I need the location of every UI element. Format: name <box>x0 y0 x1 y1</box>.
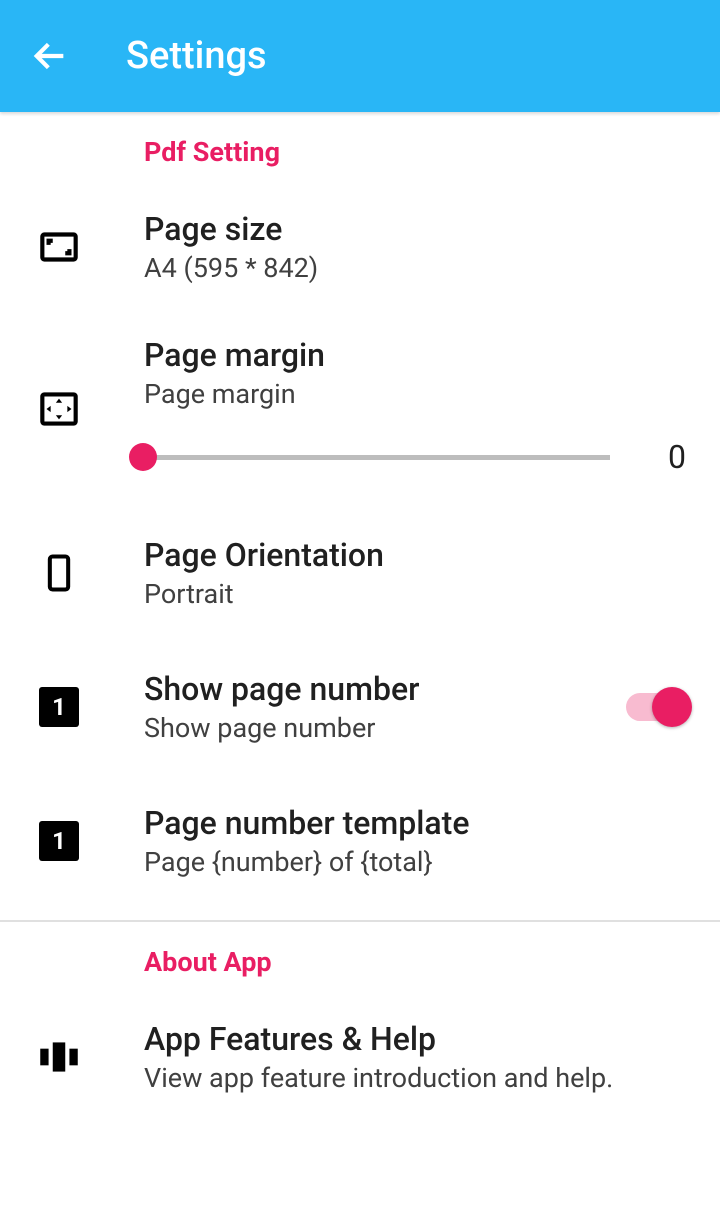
margin-icon <box>34 384 84 434</box>
setting-subtitle: View app feature introduction and help. <box>144 1062 686 1094</box>
setting-page-margin[interactable]: Page margin Page margin 0 <box>0 314 720 506</box>
setting-subtitle: Page {number} of {total} <box>144 846 686 878</box>
content: Pdf Setting Page size A4 (595 * 842) <box>0 112 720 1124</box>
setting-title: Page number template <box>144 804 686 842</box>
aspect-ratio-icon <box>34 222 84 272</box>
carousel-icon <box>34 1032 84 1082</box>
setting-page-size[interactable]: Page size A4 (595 * 842) <box>0 180 720 314</box>
setting-title: Page margin <box>144 336 686 374</box>
toggle-knob <box>652 687 692 727</box>
section-header-pdf: Pdf Setting <box>0 112 720 180</box>
setting-subtitle: Portrait <box>144 578 686 610</box>
setting-orientation[interactable]: Page Orientation Portrait <box>0 506 720 640</box>
margin-value: 0 <box>656 438 686 476</box>
app-header: Settings <box>0 0 720 112</box>
setting-title: Page Orientation <box>144 536 686 574</box>
setting-app-features[interactable]: App Features & Help View app feature int… <box>0 990 720 1124</box>
margin-slider[interactable] <box>144 455 610 460</box>
setting-title: Page size <box>144 210 686 248</box>
setting-subtitle: A4 (595 * 842) <box>144 252 686 284</box>
show-page-number-toggle[interactable] <box>626 693 686 721</box>
portrait-icon <box>34 548 84 598</box>
page-number-icon: 1 <box>34 682 84 732</box>
page-title: Settings <box>126 34 267 78</box>
setting-subtitle: Show page number <box>144 712 626 744</box>
section-header-about: About App <box>0 922 720 990</box>
setting-title: App Features & Help <box>144 1020 686 1058</box>
slider-thumb[interactable] <box>129 443 157 471</box>
back-icon[interactable] <box>30 36 70 76</box>
setting-title: Show page number <box>144 670 626 708</box>
setting-show-page-number[interactable]: 1 Show page number Show page number <box>0 640 720 774</box>
setting-page-number-template[interactable]: 1 Page number template Page {number} of … <box>0 774 720 908</box>
setting-subtitle: Page margin <box>144 378 686 410</box>
page-number-icon: 1 <box>34 816 84 866</box>
